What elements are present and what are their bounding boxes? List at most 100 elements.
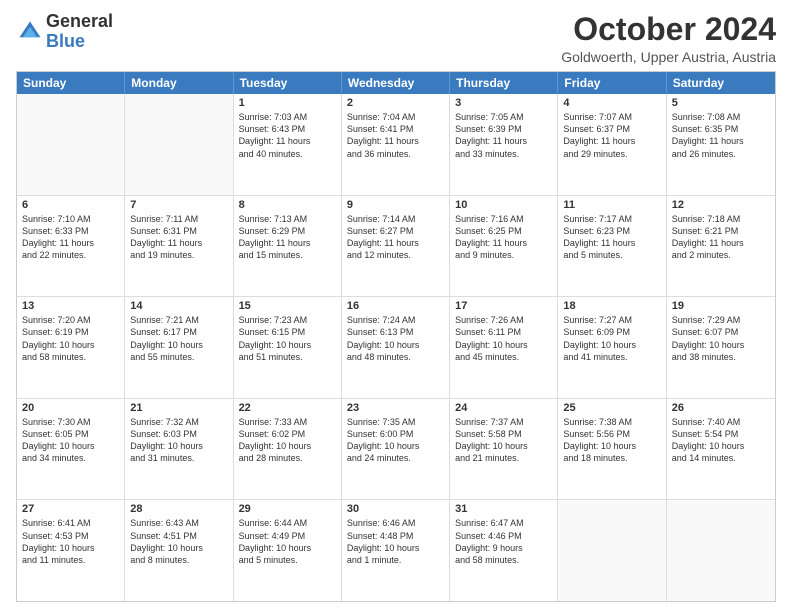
calendar-header: SundayMondayTuesdayWednesdayThursdayFrid…	[17, 72, 775, 94]
day-cell-24: 24 Sunrise: 7:37 AM Sunset: 5:58 PM Dayli…	[450, 399, 558, 500]
day-number: 17	[455, 300, 552, 312]
cell-sun-info: Sunrise: 7:07 AM Sunset: 6:37 PM Dayligh…	[563, 111, 660, 160]
day-number: 2	[347, 97, 444, 109]
week-row-5: 27Sunrise: 6:41 AM Sunset: 4:53 PM Dayli…	[17, 500, 775, 601]
cell-sun-info: Sunrise: 7:11 AM Sunset: 6:31 PM Dayligh…	[130, 213, 227, 262]
empty-cell	[17, 94, 125, 195]
logo-general-text: General	[46, 11, 113, 31]
header-day-saturday: Saturday	[667, 72, 775, 94]
day-number: 10	[455, 199, 552, 211]
cell-sun-info: Sunrise: 7:13 AM Sunset: 6:29 PM Dayligh…	[239, 213, 336, 262]
day-cell-30: 30 Sunrise: 6:46 AM Sunset: 4:48 PM Dayli…	[342, 500, 450, 601]
week-row-1: 1 Sunrise: 7:03 AM Sunset: 6:43 PM Daylig…	[17, 94, 775, 196]
cell-sun-info: Sunrise: 7:23 AM Sunset: 6:15 PM Dayligh…	[239, 314, 336, 363]
cell-sun-info: Sunrise: 7:17 AM Sunset: 6:23 PM Dayligh…	[563, 213, 660, 262]
day-cell-28: 28 Sunrise: 6:43 AM Sunset: 4:51 PM Dayli…	[125, 500, 233, 601]
logo-icon	[16, 18, 44, 46]
day-cell-22: 22Sunrise: 7:33 AM Sunset: 6:02 PM Dayli…	[234, 399, 342, 500]
page: General Blue October 2024 Goldwoerth, Up…	[0, 0, 792, 612]
cell-sun-info: Sunrise: 6:41 AM Sunset: 4:53 PM Dayligh…	[22, 517, 119, 566]
day-number: 4	[563, 97, 660, 109]
day-cell-9: 9Sunrise: 7:14 AM Sunset: 6:27 PM Daylig…	[342, 196, 450, 297]
cell-sun-info: Sunrise: 7:05 AM Sunset: 6:39 PM Dayligh…	[455, 111, 552, 160]
header-day-tuesday: Tuesday	[234, 72, 342, 94]
day-cell-1: 1 Sunrise: 7:03 AM Sunset: 6:43 PM Daylig…	[234, 94, 342, 195]
cell-sun-info: Sunrise: 7:30 AM Sunset: 6:05 PM Dayligh…	[22, 416, 119, 465]
cell-sun-info: Sunrise: 7:24 AM Sunset: 6:13 PM Dayligh…	[347, 314, 444, 363]
cell-sun-info: Sunrise: 7:10 AM Sunset: 6:33 PM Dayligh…	[22, 213, 119, 262]
day-number: 28	[130, 503, 227, 515]
day-number: 6	[22, 199, 119, 211]
cell-sun-info: Sunrise: 7:32 AM Sunset: 6:03 PM Dayligh…	[130, 416, 227, 465]
header-day-thursday: Thursday	[450, 72, 558, 94]
day-cell-13: 13Sunrise: 7:20 AM Sunset: 6:19 PM Dayli…	[17, 297, 125, 398]
day-cell-12: 12Sunrise: 7:18 AM Sunset: 6:21 PM Dayli…	[667, 196, 775, 297]
day-number: 29	[239, 503, 336, 515]
day-number: 26	[672, 402, 770, 414]
week-row-3: 13Sunrise: 7:20 AM Sunset: 6:19 PM Dayli…	[17, 297, 775, 399]
cell-sun-info: Sunrise: 7:26 AM Sunset: 6:11 PM Dayligh…	[455, 314, 552, 363]
week-row-2: 6 Sunrise: 7:10 AM Sunset: 6:33 PM Daylig…	[17, 196, 775, 298]
day-cell-19: 19 Sunrise: 7:29 AM Sunset: 6:07 PM Dayli…	[667, 297, 775, 398]
day-cell-25: 25Sunrise: 7:38 AM Sunset: 5:56 PM Dayli…	[558, 399, 666, 500]
day-number: 21	[130, 402, 227, 414]
logo-blue-text: Blue	[46, 31, 85, 51]
day-cell-2: 2 Sunrise: 7:04 AM Sunset: 6:41 PM Daylig…	[342, 94, 450, 195]
day-number: 8	[239, 199, 336, 211]
cell-sun-info: Sunrise: 7:03 AM Sunset: 6:43 PM Dayligh…	[239, 111, 336, 160]
day-cell-23: 23 Sunrise: 7:35 AM Sunset: 6:00 PM Dayli…	[342, 399, 450, 500]
cell-sun-info: Sunrise: 6:46 AM Sunset: 4:48 PM Dayligh…	[347, 517, 444, 566]
day-number: 25	[563, 402, 660, 414]
day-cell-8: 8 Sunrise: 7:13 AM Sunset: 6:29 PM Daylig…	[234, 196, 342, 297]
header: General Blue October 2024 Goldwoerth, Up…	[16, 12, 776, 65]
cell-sun-info: Sunrise: 7:08 AM Sunset: 6:35 PM Dayligh…	[672, 111, 770, 160]
empty-cell	[667, 500, 775, 601]
day-number: 11	[563, 199, 660, 211]
day-cell-20: 20 Sunrise: 7:30 AM Sunset: 6:05 PM Dayli…	[17, 399, 125, 500]
cell-sun-info: Sunrise: 7:16 AM Sunset: 6:25 PM Dayligh…	[455, 213, 552, 262]
day-number: 24	[455, 402, 552, 414]
calendar: SundayMondayTuesdayWednesdayThursdayFrid…	[16, 71, 776, 602]
day-number: 23	[347, 402, 444, 414]
day-cell-5: 5 Sunrise: 7:08 AM Sunset: 6:35 PM Daylig…	[667, 94, 775, 195]
cell-sun-info: Sunrise: 7:29 AM Sunset: 6:07 PM Dayligh…	[672, 314, 770, 363]
day-number: 5	[672, 97, 770, 109]
day-number: 12	[672, 199, 770, 211]
day-cell-11: 11 Sunrise: 7:17 AM Sunset: 6:23 PM Dayli…	[558, 196, 666, 297]
cell-sun-info: Sunrise: 6:47 AM Sunset: 4:46 PM Dayligh…	[455, 517, 552, 566]
month-title: October 2024	[561, 12, 776, 47]
day-number: 14	[130, 300, 227, 312]
day-cell-16: 16 Sunrise: 7:24 AM Sunset: 6:13 PM Dayli…	[342, 297, 450, 398]
cell-sun-info: Sunrise: 7:37 AM Sunset: 5:58 PM Dayligh…	[455, 416, 552, 465]
empty-cell	[125, 94, 233, 195]
cell-sun-info: Sunrise: 7:27 AM Sunset: 6:09 PM Dayligh…	[563, 314, 660, 363]
day-cell-4: 4 Sunrise: 7:07 AM Sunset: 6:37 PM Daylig…	[558, 94, 666, 195]
cell-sun-info: Sunrise: 7:04 AM Sunset: 6:41 PM Dayligh…	[347, 111, 444, 160]
location-title: Goldwoerth, Upper Austria, Austria	[561, 49, 776, 65]
day-cell-29: 29Sunrise: 6:44 AM Sunset: 4:49 PM Dayli…	[234, 500, 342, 601]
cell-sun-info: Sunrise: 7:35 AM Sunset: 6:00 PM Dayligh…	[347, 416, 444, 465]
empty-cell	[558, 500, 666, 601]
day-cell-3: 3 Sunrise: 7:05 AM Sunset: 6:39 PM Daylig…	[450, 94, 558, 195]
day-cell-6: 6 Sunrise: 7:10 AM Sunset: 6:33 PM Daylig…	[17, 196, 125, 297]
day-number: 31	[455, 503, 552, 515]
cell-sun-info: Sunrise: 7:21 AM Sunset: 6:17 PM Dayligh…	[130, 314, 227, 363]
week-row-4: 20 Sunrise: 7:30 AM Sunset: 6:05 PM Dayli…	[17, 399, 775, 501]
cell-sun-info: Sunrise: 7:40 AM Sunset: 5:54 PM Dayligh…	[672, 416, 770, 465]
logo-area: General Blue	[16, 12, 113, 52]
day-number: 20	[22, 402, 119, 414]
cell-sun-info: Sunrise: 6:43 AM Sunset: 4:51 PM Dayligh…	[130, 517, 227, 566]
cell-sun-info: Sunrise: 7:20 AM Sunset: 6:19 PM Dayligh…	[22, 314, 119, 363]
day-cell-26: 26 Sunrise: 7:40 AM Sunset: 5:54 PM Dayli…	[667, 399, 775, 500]
day-number: 16	[347, 300, 444, 312]
day-number: 7	[130, 199, 227, 211]
day-cell-21: 21 Sunrise: 7:32 AM Sunset: 6:03 PM Dayli…	[125, 399, 233, 500]
day-cell-7: 7 Sunrise: 7:11 AM Sunset: 6:31 PM Daylig…	[125, 196, 233, 297]
calendar-body: 1 Sunrise: 7:03 AM Sunset: 6:43 PM Daylig…	[17, 94, 775, 601]
day-number: 30	[347, 503, 444, 515]
day-number: 1	[239, 97, 336, 109]
day-cell-18: 18Sunrise: 7:27 AM Sunset: 6:09 PM Dayli…	[558, 297, 666, 398]
day-number: 19	[672, 300, 770, 312]
day-number: 3	[455, 97, 552, 109]
day-cell-15: 15Sunrise: 7:23 AM Sunset: 6:15 PM Dayli…	[234, 297, 342, 398]
